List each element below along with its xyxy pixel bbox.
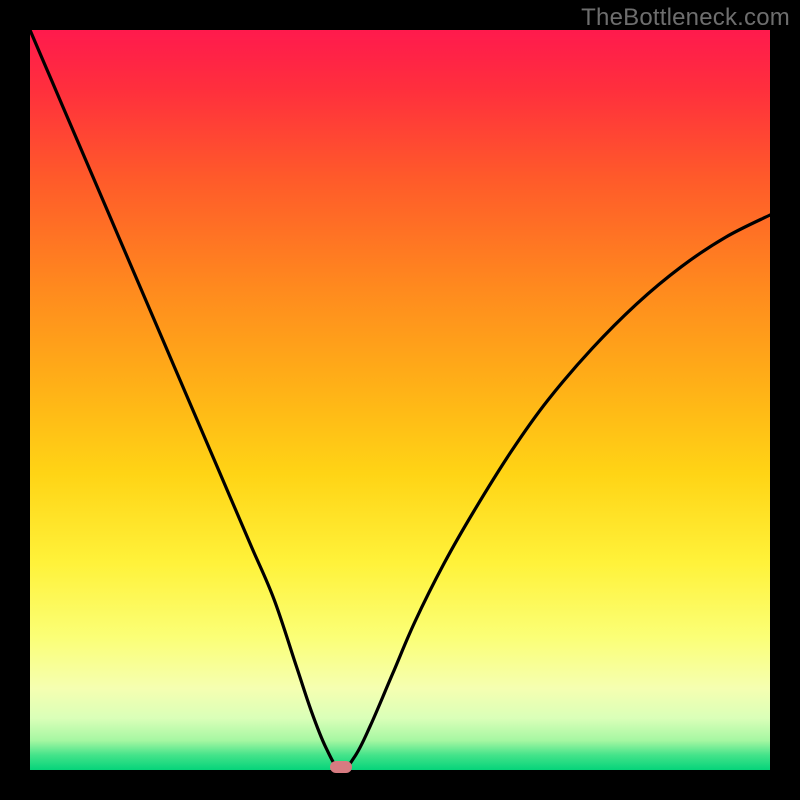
watermark-text: TheBottleneck.com (581, 4, 790, 32)
bottleneck-curve (30, 30, 770, 770)
minimum-marker (330, 761, 352, 773)
chart-frame: TheBottleneck.com (0, 0, 800, 800)
